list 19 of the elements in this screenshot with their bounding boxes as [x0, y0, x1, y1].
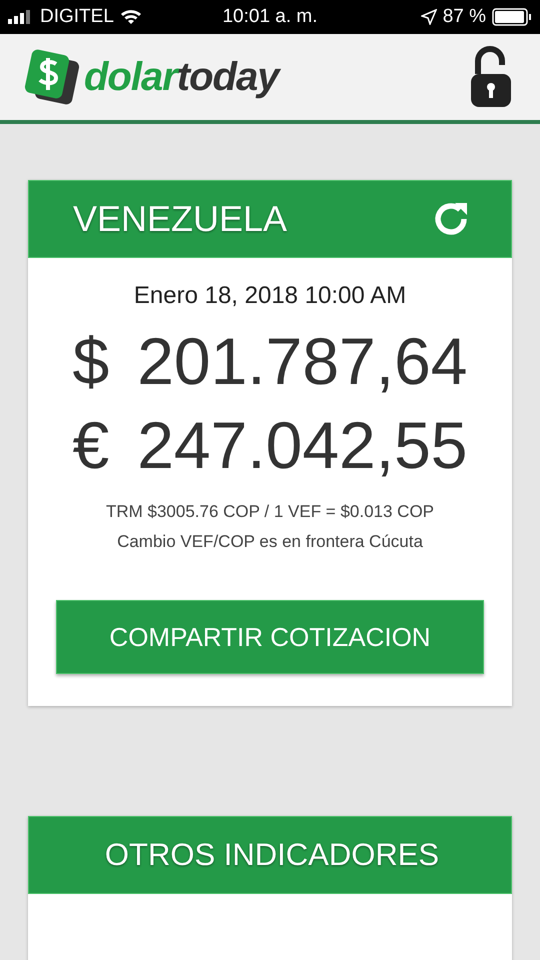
rate-note: TRM $3005.76 COP / 1 VEF = $0.013 COP — [106, 502, 434, 522]
location-icon — [420, 9, 437, 25]
carrier-name: DIGITEL — [40, 6, 114, 28]
rate-value: 247.042,55 — [137, 412, 468, 478]
country-title: VENEZUELA — [73, 198, 288, 240]
logo-text: dolartoday — [84, 54, 278, 100]
currency-symbol: € — [72, 412, 110, 478]
rate-value: 201.787,64 — [137, 328, 468, 394]
section-title: OTROS INDICADORES — [104, 837, 440, 873]
currency-symbol: $ — [72, 328, 110, 394]
rate-date: Enero 18, 2018 10:00 AM — [134, 282, 406, 310]
battery-icon — [492, 8, 532, 26]
rate-note: Cambio VEF/COP es en frontera Cúcuta — [117, 532, 423, 552]
wifi-icon — [120, 9, 142, 25]
battery-percent: 87 % — [442, 6, 486, 28]
share-button[interactable]: COMPARTIR COTIZACION — [56, 600, 484, 674]
unlocked-padlock-icon[interactable] — [470, 46, 512, 108]
dollar-logo-icon — [24, 48, 80, 106]
clock-time: 10:01 a. m. — [222, 6, 318, 28]
